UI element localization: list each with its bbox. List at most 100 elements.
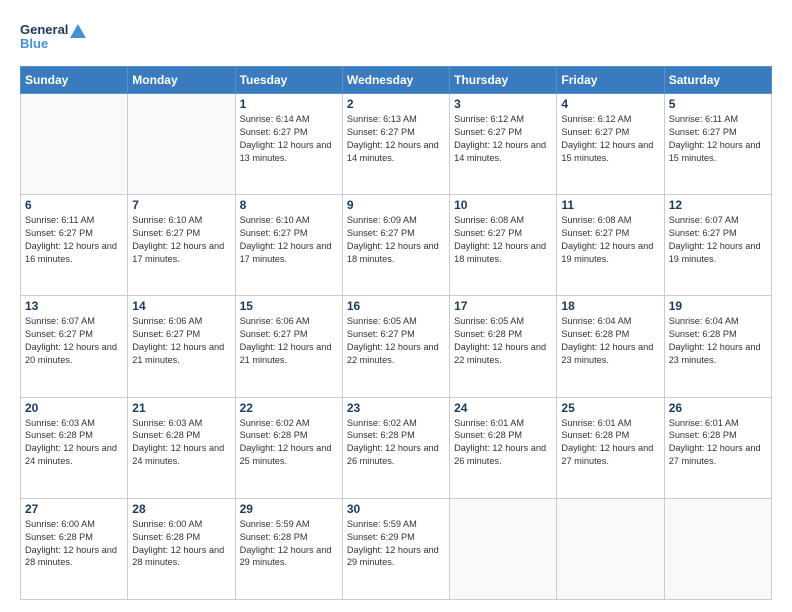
calendar-week-row: 13 Sunrise: 6:07 AMSunset: 6:27 PMDayligh… [21, 296, 772, 397]
day-number: 25 [561, 401, 659, 415]
day-number: 26 [669, 401, 767, 415]
day-number: 12 [669, 198, 767, 212]
calendar-cell [664, 498, 771, 599]
calendar-day-header: Sunday [21, 67, 128, 94]
day-info: Sunrise: 6:08 AMSunset: 6:27 PMDaylight:… [561, 214, 659, 266]
calendar-week-row: 6 Sunrise: 6:11 AMSunset: 6:27 PMDaylight… [21, 195, 772, 296]
day-number: 24 [454, 401, 552, 415]
calendar-cell: 18 Sunrise: 6:04 AMSunset: 6:28 PMDayligh… [557, 296, 664, 397]
day-info: Sunrise: 6:13 AMSunset: 6:27 PMDaylight:… [347, 113, 445, 165]
day-info: Sunrise: 6:08 AMSunset: 6:27 PMDaylight:… [454, 214, 552, 266]
calendar-cell: 29Sunrise: 5:59 AMSunset: 6:28 PMDayligh… [235, 498, 342, 599]
calendar-week-row: 1 Sunrise: 6:14 AMSunset: 6:27 PMDaylight… [21, 94, 772, 195]
day-info: Sunrise: 6:10 AMSunset: 6:27 PMDaylight:… [240, 214, 338, 266]
calendar-cell: 23 Sunrise: 6:02 AMSunset: 6:28 PMDayligh… [342, 397, 449, 498]
day-info: Sunrise: 6:14 AMSunset: 6:27 PMDaylight:… [240, 113, 338, 165]
calendar-header-row: SundayMondayTuesdayWednesdayThursdayFrid… [21, 67, 772, 94]
calendar-cell: 13 Sunrise: 6:07 AMSunset: 6:27 PMDayligh… [21, 296, 128, 397]
day-info: Sunrise: 6:11 AMSunset: 6:27 PMDaylight:… [669, 113, 767, 165]
day-info: Sunrise: 6:05 AMSunset: 6:27 PMDaylight:… [347, 315, 445, 367]
calendar-cell: 24 Sunrise: 6:01 AMSunset: 6:28 PMDayligh… [450, 397, 557, 498]
day-info: Sunrise: 6:07 AMSunset: 6:27 PMDaylight:… [25, 315, 123, 367]
day-info: Sunrise: 5:59 AMSunset: 6:29 PMDaylight:… [347, 518, 445, 570]
calendar-cell: 12 Sunrise: 6:07 AMSunset: 6:27 PMDayligh… [664, 195, 771, 296]
day-number: 19 [669, 299, 767, 313]
calendar-cell: 6 Sunrise: 6:11 AMSunset: 6:27 PMDaylight… [21, 195, 128, 296]
calendar-cell: 7Sunrise: 6:10 AMSunset: 6:27 PMDaylight… [128, 195, 235, 296]
calendar-cell: 27Sunrise: 6:00 AMSunset: 6:28 PMDayligh… [21, 498, 128, 599]
day-info: Sunrise: 6:01 AMSunset: 6:28 PMDaylight:… [561, 417, 659, 469]
calendar-cell: 10 Sunrise: 6:08 AMSunset: 6:27 PMDayligh… [450, 195, 557, 296]
calendar-week-row: 27Sunrise: 6:00 AMSunset: 6:28 PMDayligh… [21, 498, 772, 599]
day-number: 21 [132, 401, 230, 415]
day-info: Sunrise: 6:00 AMSunset: 6:28 PMDaylight:… [25, 518, 123, 570]
calendar-cell: 8 Sunrise: 6:10 AMSunset: 6:27 PMDaylight… [235, 195, 342, 296]
day-info: Sunrise: 6:12 AMSunset: 6:27 PMDaylight:… [561, 113, 659, 165]
calendar-cell: 17 Sunrise: 6:05 AMSunset: 6:28 PMDayligh… [450, 296, 557, 397]
day-number: 1 [240, 97, 338, 111]
calendar-cell: 5 Sunrise: 6:11 AMSunset: 6:27 PMDaylight… [664, 94, 771, 195]
calendar-day-header: Monday [128, 67, 235, 94]
svg-text:General: General [20, 22, 68, 37]
calendar-cell: 15Sunrise: 6:06 AMSunset: 6:27 PMDayligh… [235, 296, 342, 397]
day-info: Sunrise: 6:02 AMSunset: 6:28 PMDaylight:… [347, 417, 445, 469]
calendar-cell: 20 Sunrise: 6:03 AMSunset: 6:28 PMDayligh… [21, 397, 128, 498]
day-number: 10 [454, 198, 552, 212]
day-info: Sunrise: 6:04 AMSunset: 6:28 PMDaylight:… [561, 315, 659, 367]
calendar-cell: 11 Sunrise: 6:08 AMSunset: 6:27 PMDayligh… [557, 195, 664, 296]
day-number: 20 [25, 401, 123, 415]
day-info: Sunrise: 6:03 AMSunset: 6:28 PMDaylight:… [25, 417, 123, 469]
calendar-cell: 1 Sunrise: 6:14 AMSunset: 6:27 PMDaylight… [235, 94, 342, 195]
day-number: 30 [347, 502, 445, 516]
day-number: 22 [240, 401, 338, 415]
day-info: Sunrise: 6:01 AMSunset: 6:28 PMDaylight:… [454, 417, 552, 469]
calendar-cell: 9Sunrise: 6:09 AMSunset: 6:27 PMDaylight… [342, 195, 449, 296]
calendar-day-header: Saturday [664, 67, 771, 94]
day-number: 2 [347, 97, 445, 111]
logo-svg: General Blue [20, 16, 90, 56]
calendar-cell: 2 Sunrise: 6:13 AMSunset: 6:27 PMDaylight… [342, 94, 449, 195]
day-number: 16 [347, 299, 445, 313]
calendar-cell [128, 94, 235, 195]
day-number: 5 [669, 97, 767, 111]
day-info: Sunrise: 6:12 AMSunset: 6:27 PMDaylight:… [454, 113, 552, 165]
calendar-cell: 30 Sunrise: 5:59 AMSunset: 6:29 PMDayligh… [342, 498, 449, 599]
calendar-cell: 14 Sunrise: 6:06 AMSunset: 6:27 PMDayligh… [128, 296, 235, 397]
day-number: 8 [240, 198, 338, 212]
day-info: Sunrise: 6:10 AMSunset: 6:27 PMDaylight:… [132, 214, 230, 266]
day-info: Sunrise: 6:09 AMSunset: 6:27 PMDaylight:… [347, 214, 445, 266]
day-number: 17 [454, 299, 552, 313]
calendar-cell [21, 94, 128, 195]
day-info: Sunrise: 6:07 AMSunset: 6:27 PMDaylight:… [669, 214, 767, 266]
day-number: 11 [561, 198, 659, 212]
calendar-cell: 21Sunrise: 6:03 AMSunset: 6:28 PMDayligh… [128, 397, 235, 498]
day-number: 3 [454, 97, 552, 111]
calendar-cell: 28Sunrise: 6:00 AMSunset: 6:28 PMDayligh… [128, 498, 235, 599]
calendar-cell: 26Sunrise: 6:01 AMSunset: 6:28 PMDayligh… [664, 397, 771, 498]
calendar-body: 1 Sunrise: 6:14 AMSunset: 6:27 PMDaylight… [21, 94, 772, 600]
day-info: Sunrise: 6:06 AMSunset: 6:27 PMDaylight:… [240, 315, 338, 367]
header: General Blue [20, 16, 772, 56]
day-number: 14 [132, 299, 230, 313]
day-info: Sunrise: 6:11 AMSunset: 6:27 PMDaylight:… [25, 214, 123, 266]
svg-text:Blue: Blue [20, 36, 48, 51]
day-number: 18 [561, 299, 659, 313]
day-number: 23 [347, 401, 445, 415]
calendar-cell: 4Sunrise: 6:12 AMSunset: 6:27 PMDaylight… [557, 94, 664, 195]
day-info: Sunrise: 6:06 AMSunset: 6:27 PMDaylight:… [132, 315, 230, 367]
calendar-week-row: 20 Sunrise: 6:03 AMSunset: 6:28 PMDayligh… [21, 397, 772, 498]
calendar-cell: 19 Sunrise: 6:04 AMSunset: 6:28 PMDayligh… [664, 296, 771, 397]
calendar-cell [450, 498, 557, 599]
page: General Blue SundayMondayTuesdayWednesda… [0, 0, 792, 612]
day-number: 13 [25, 299, 123, 313]
day-number: 6 [25, 198, 123, 212]
logo: General Blue [20, 16, 90, 56]
day-info: Sunrise: 6:05 AMSunset: 6:28 PMDaylight:… [454, 315, 552, 367]
calendar-day-header: Wednesday [342, 67, 449, 94]
day-info: Sunrise: 6:04 AMSunset: 6:28 PMDaylight:… [669, 315, 767, 367]
calendar-day-header: Tuesday [235, 67, 342, 94]
day-info: Sunrise: 6:02 AMSunset: 6:28 PMDaylight:… [240, 417, 338, 469]
calendar-cell: 3 Sunrise: 6:12 AMSunset: 6:27 PMDaylight… [450, 94, 557, 195]
calendar-day-header: Friday [557, 67, 664, 94]
day-info: Sunrise: 6:00 AMSunset: 6:28 PMDaylight:… [132, 518, 230, 570]
